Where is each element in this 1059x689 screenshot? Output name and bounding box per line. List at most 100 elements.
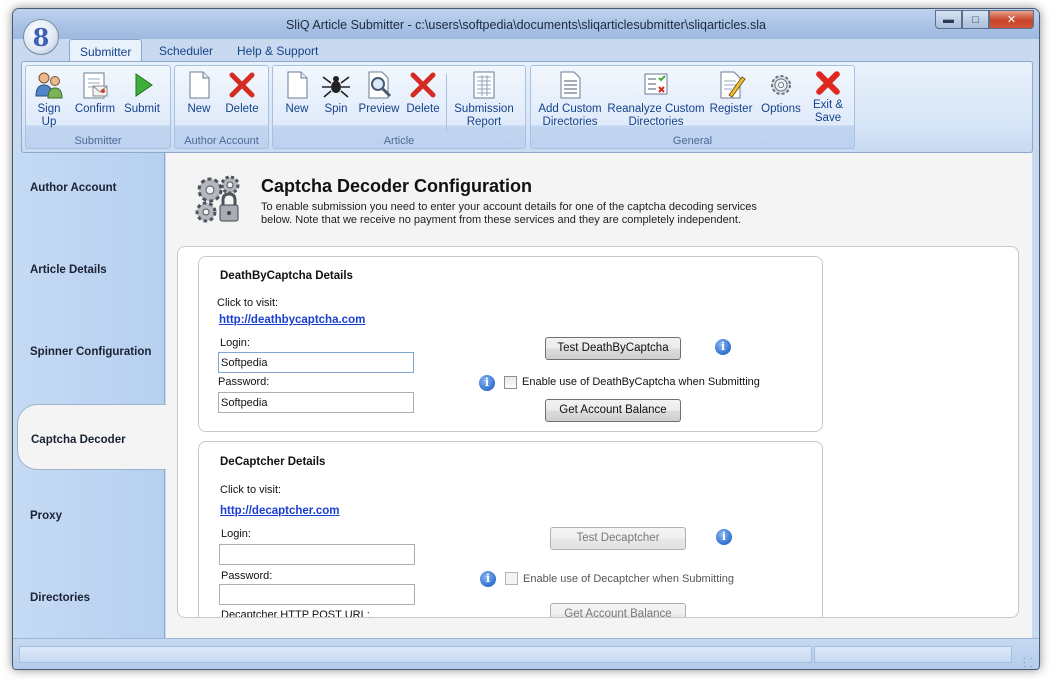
sidebar: Author Account Article Details Spinner C… [13,153,166,640]
services-panel: DeathByCaptcha Details Click to visit: h… [177,246,1019,618]
sign-up-button[interactable]: Sign Up [30,69,68,129]
sidebar-item-author-account[interactable]: Author Account [13,153,165,219]
article-new-button[interactable]: New [279,69,315,116]
app-window: SliQ Article Submitter - c:\users\softpe… [12,8,1040,670]
test-deathbycaptcha-button[interactable]: Test DeathByCaptcha [545,337,681,360]
exit-save-icon [816,71,840,95]
group-submitter-label: Submitter [74,135,122,147]
decaptcher-balance-button[interactable]: Get Account Balance [550,603,686,617]
info-icon[interactable]: i [716,529,732,545]
deathbycaptcha-login-label: Login: [220,337,250,349]
add-custom-label-2: Directories [542,116,598,128]
decaptcher-visit-label: Click to visit: [220,484,282,496]
author-delete-button[interactable]: Delete [221,69,263,116]
maximize-button[interactable]: □ [962,10,989,29]
options-icon [771,75,791,95]
minimize-button[interactable]: ▬ [935,10,962,29]
sign-up-label-2: Up [41,116,57,128]
submit-button[interactable]: Submit [121,69,163,116]
info-icon[interactable]: i [479,375,495,391]
decaptcher-password-input[interactable] [219,584,415,605]
minimize-icon: ▬ [943,13,954,26]
group-submitter: Sign Up Confirm Submit Submitter [25,65,171,149]
register-button[interactable]: Register [707,69,755,116]
main-content: Captcha Decoder Configuration To enable … [166,153,1032,640]
page-title: Captcha Decoder Configuration [261,176,533,196]
enable-deathbycaptcha-checkbox[interactable] [504,376,517,389]
tab-scheduler[interactable]: Scheduler [149,39,223,61]
app-logo-icon[interactable]: 8 [23,19,59,55]
sidebar-item-proxy[interactable]: Proxy [13,481,165,547]
delete-icon [229,72,255,98]
confirm-label: Confirm [74,103,116,115]
author-delete-label: Delete [225,103,259,115]
tab-submitter[interactable]: Submitter [69,39,143,61]
submission-report-icon [473,71,495,99]
page-description: To enable submission you need to enter y… [261,201,757,226]
preview-icon [368,71,392,99]
separator [446,74,447,132]
deathbycaptcha-title: DeathByCaptcha Details [220,270,353,282]
new-icon [189,71,210,99]
sign-up-label-1: Sign [37,103,61,115]
deathbycaptcha-link[interactable]: http://deathbycaptcha.com [219,314,365,326]
sidebar-item-captcha-decoder[interactable]: Captcha Decoder [17,404,166,470]
ribbon-tab-bar: Submitter Scheduler Help & Support [13,39,1039,61]
confirm-button[interactable]: Confirm [72,69,118,116]
deathbycaptcha-password-input[interactable] [218,392,414,413]
sign-up-icon [35,72,63,99]
decaptcher-login-input[interactable] [219,544,415,565]
preview-button[interactable]: Preview [357,69,401,116]
submission-report-label-2: Report [466,116,502,128]
deathbycaptcha-panel: DeathByCaptcha Details Click to visit: h… [198,256,823,432]
add-custom-label-1: Add Custom [538,103,602,115]
sidebar-item-article-details[interactable]: Article Details [13,235,165,301]
decaptcher-login-label: Login: [221,528,251,540]
deathbycaptcha-password-label: Password: [218,376,270,388]
test-decaptcher-button[interactable]: Test Decaptcher [550,527,686,550]
submit-label: Submit [124,103,160,115]
sidebar-item-spinner-configuration[interactable]: Spinner Configuration [13,317,165,383]
group-general: Add Custom Directories Reanalyze Custom … [530,65,855,149]
reanalyze-custom-directories-button[interactable]: Reanalyze Custom Directories [607,69,705,129]
enable-decaptcher-checkbox[interactable] [505,572,518,585]
submit-icon [135,73,153,97]
article-new-label: New [285,103,309,115]
reanalyze-label-2: Directories [628,116,684,128]
group-article-label: Article [383,135,415,147]
close-icon: ✕ [1006,14,1017,26]
exit-save-label-2: Save [814,112,842,124]
reanalyze-label-1: Reanalyze Custom [607,103,705,115]
preview-label: Preview [358,103,400,115]
decaptcher-link[interactable]: http://decaptcher.com [220,505,340,517]
gears-lock-icon [195,175,240,223]
group-article: New Spin Preview Delete Submission Repor… [272,65,526,149]
enable-deathbycaptcha-label: Enable use of DeathByCaptcha when Submit… [522,376,760,388]
add-custom-directories-button[interactable]: Add Custom Directories [535,69,605,129]
info-icon[interactable]: i [480,571,496,587]
register-label: Register [709,103,753,115]
author-new-button[interactable]: New [181,69,217,116]
article-delete-button[interactable]: Delete [403,69,443,116]
decaptcher-http-post-label: Decaptcher HTTP POST URL: [221,609,370,618]
deathbycaptcha-balance-button[interactable]: Get Account Balance [545,399,681,422]
resize-grip-icon[interactable]: . . .. . .. . . [1023,652,1035,670]
register-icon [720,71,746,99]
ribbon: Sign Up Confirm Submit Submitter New Del… [21,61,1033,153]
close-button[interactable]: ✕ [989,10,1034,29]
deathbycaptcha-login-input[interactable] [218,352,414,373]
sidebar-item-directories[interactable]: Directories [13,563,165,629]
submission-report-label-1: Submission [454,103,514,115]
tab-help-support[interactable]: Help & Support [227,39,328,61]
exit-save-button[interactable]: Exit & Save [807,69,849,125]
maximize-icon: □ [972,13,979,26]
options-label: Options [761,103,801,115]
spin-label: Spin [324,103,348,115]
group-author-account: New Delete Author Account [174,65,269,149]
info-icon[interactable]: i [715,339,731,355]
article-delete-label: Delete [406,103,440,115]
options-button[interactable]: Options [757,69,805,116]
spin-button[interactable]: Spin [319,69,353,116]
submission-report-button[interactable]: Submission Report [449,69,519,129]
decaptcher-panel: DeCaptcher Details Click to visit: http:… [198,441,823,618]
